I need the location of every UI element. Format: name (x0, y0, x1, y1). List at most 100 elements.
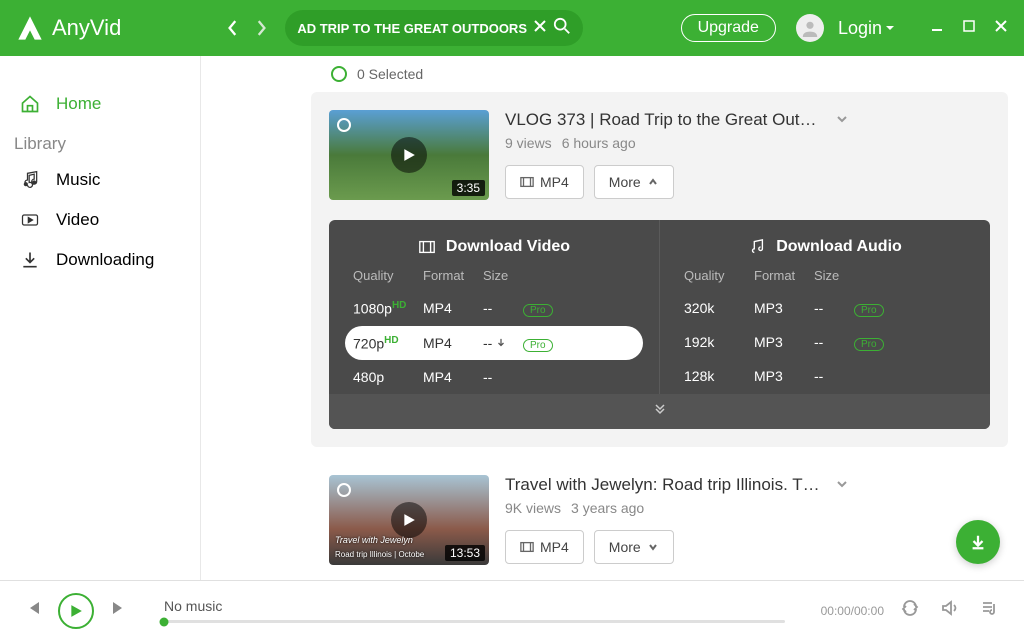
result-2-thumbnail[interactable]: Travel with Jewelyn Road trip Illinois |… (329, 475, 489, 565)
mp4-label: MP4 (540, 174, 569, 190)
maximize-icon[interactable] (962, 19, 976, 38)
download-icon (20, 250, 40, 270)
play-button[interactable] (58, 593, 94, 629)
download-video-column: Download Video Quality Format Size 1080p… (329, 220, 660, 394)
selection-row[interactable]: 0 Selected (201, 56, 1024, 92)
q-label: 480p (353, 369, 423, 385)
playlist-button[interactable] (980, 598, 1000, 623)
window-controls (930, 19, 1008, 38)
search-input[interactable] (297, 21, 527, 36)
sidebar-item-video[interactable]: Video (0, 200, 200, 240)
film-icon (418, 238, 436, 256)
repeat-button[interactable] (900, 598, 920, 623)
expand-panel-button[interactable] (329, 394, 990, 429)
minimize-icon[interactable] (930, 19, 944, 38)
download-video-header: Download Video (446, 238, 570, 256)
thumb-select-radio[interactable] (337, 483, 351, 497)
play-icon[interactable] (391, 137, 427, 173)
next-track-button[interactable] (110, 599, 128, 622)
download-fab[interactable] (956, 520, 1000, 564)
video-row-480p[interactable]: 480p MP4 -- (345, 360, 643, 394)
search-icon[interactable] (553, 17, 571, 40)
sidebar-item-downloading[interactable]: Downloading (0, 240, 200, 280)
search-bar (285, 10, 583, 46)
selection-label: 0 Selected (357, 66, 423, 82)
audio-row-320k[interactable]: 320k MP3 -- Pro (676, 291, 974, 325)
size-label: -- (483, 369, 523, 385)
login-label: Login (838, 18, 882, 39)
q-label: 320k (684, 300, 754, 316)
content-area: 0 Selected 3:35 VLOG 373 | Road Trip to … (201, 56, 1024, 580)
result-1-title[interactable]: VLOG 373 | Road Trip to the Great Outdoo… (505, 110, 825, 130)
mp4-button[interactable]: MP4 (505, 530, 584, 564)
upgrade-button[interactable]: Upgrade (681, 14, 776, 42)
nav-back[interactable] (221, 16, 245, 40)
th-size: Size (483, 268, 523, 283)
download-audio-header: Download Audio (776, 238, 902, 256)
progress-slider[interactable] (164, 620, 785, 623)
track-title: No music (164, 598, 785, 614)
result-1-views: 9 views (505, 135, 552, 151)
nav-forward[interactable] (249, 16, 273, 40)
hd-badge: HD (392, 300, 406, 311)
duration-badge: 13:53 (445, 545, 485, 561)
audio-row-128k[interactable]: 128k MP3 -- (676, 359, 974, 393)
sidebar-item-home[interactable]: Home (0, 84, 200, 124)
prev-track-button[interactable] (24, 599, 42, 622)
thumb-select-radio[interactable] (337, 118, 351, 132)
result-1-age: 6 hours ago (562, 135, 636, 151)
fmt-label: MP3 (754, 368, 814, 384)
q-label: 128k (684, 368, 754, 384)
search-clear-icon[interactable] (533, 19, 547, 38)
play-icon[interactable] (391, 502, 427, 538)
fmt-label: MP3 (754, 300, 814, 316)
result-2-views: 9K views (505, 500, 561, 516)
double-chevron-down-icon (653, 402, 667, 416)
size-label: -- (814, 368, 854, 384)
q-label: 720p (353, 335, 384, 351)
result-2-title[interactable]: Travel with Jewelyn: Road trip Illinois.… (505, 475, 825, 495)
chevron-down-icon[interactable] (835, 477, 849, 496)
more-label: More (609, 539, 641, 555)
film-icon (520, 175, 534, 189)
more-button[interactable]: More (594, 165, 674, 199)
result-2-age: 3 years ago (571, 500, 644, 516)
pro-badge: Pro (854, 338, 884, 351)
q-label: 192k (684, 334, 754, 350)
volume-button[interactable] (940, 598, 960, 623)
logo-icon (16, 14, 44, 42)
avatar[interactable] (796, 14, 824, 42)
q-label: 1080p (353, 301, 392, 317)
select-all-radio[interactable] (331, 66, 347, 82)
size-label: -- (814, 300, 854, 316)
video-row-720p[interactable]: 720pHD MP4 -- Pro (345, 326, 643, 361)
nav-arrows (221, 16, 273, 40)
size-label: -- (483, 300, 523, 316)
chevron-down-icon[interactable] (835, 112, 849, 131)
audio-row-192k[interactable]: 192k MP3 -- Pro (676, 325, 974, 359)
duration-badge: 3:35 (452, 180, 485, 196)
music-icon (20, 170, 40, 190)
thumb-overlay-2: Road trip Illinois | Octobe (335, 550, 424, 559)
download-icon (969, 533, 987, 551)
chevron-up-icon (647, 176, 659, 188)
sidebar: Home Library Music Video Downloading (0, 56, 201, 580)
mp4-button[interactable]: MP4 (505, 165, 584, 199)
pro-badge: Pro (523, 339, 553, 352)
size-label: -- (483, 335, 492, 351)
video-row-1080p[interactable]: 1080pHD MP4 -- Pro (345, 291, 643, 326)
login-button[interactable]: Login (838, 18, 896, 39)
th-format: Format (754, 268, 814, 283)
mp4-label: MP4 (540, 539, 569, 555)
pro-badge: Pro (523, 304, 553, 317)
sidebar-item-music[interactable]: Music (0, 160, 200, 200)
app-logo: AnyVid (16, 14, 121, 42)
more-label: More (609, 174, 641, 190)
close-icon[interactable] (994, 19, 1008, 38)
music-icon (748, 238, 766, 256)
sidebar-music-label: Music (56, 170, 100, 190)
download-arrow-icon (496, 338, 506, 348)
more-button[interactable]: More (594, 530, 674, 564)
sidebar-video-label: Video (56, 210, 99, 230)
result-1-thumbnail[interactable]: 3:35 (329, 110, 489, 200)
